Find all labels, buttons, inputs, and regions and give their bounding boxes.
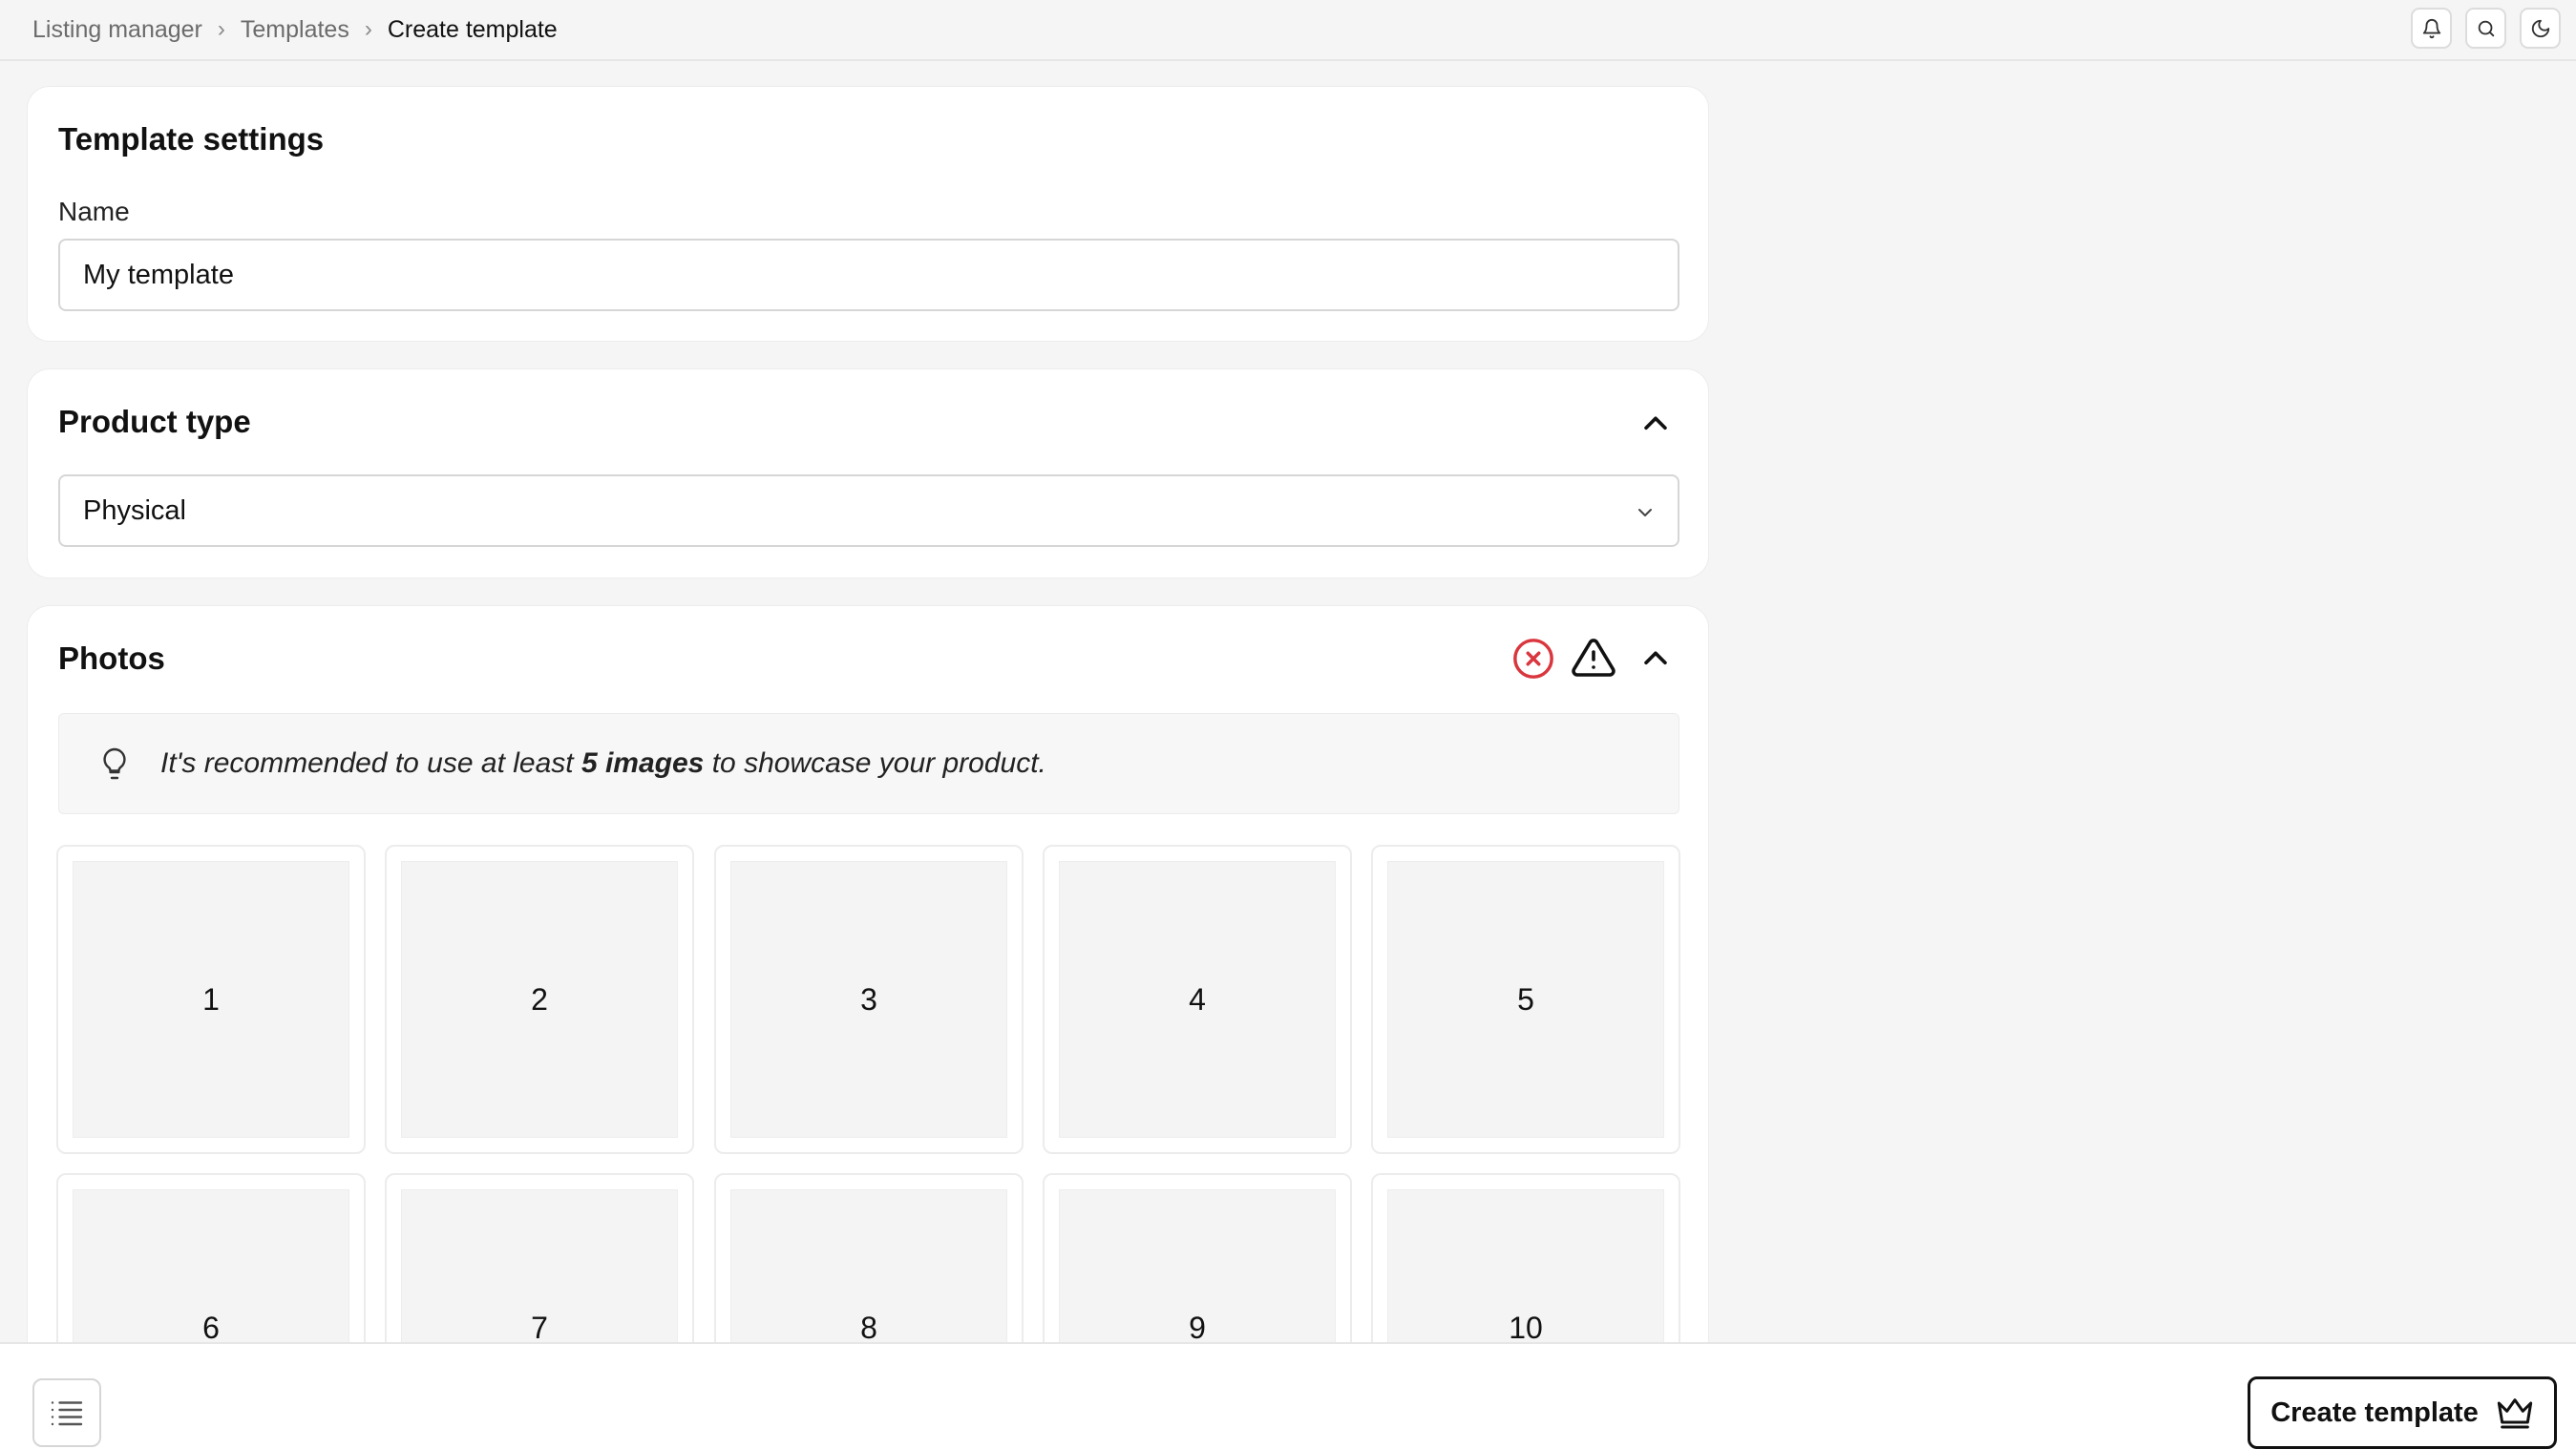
create-template-button[interactable]: Create template: [2248, 1376, 2557, 1449]
top-bar: Listing manager › Templates › Create tem…: [0, 0, 2576, 61]
photo-slot[interactable]: 1: [56, 845, 366, 1154]
product-type-card: Product type Physical: [27, 368, 1709, 578]
warning-triangle-icon: [1572, 639, 1615, 677]
search-icon: [2478, 20, 2494, 36]
moon-icon: [2531, 19, 2549, 37]
name-input[interactable]: My template: [58, 239, 1679, 311]
photo-slot[interactable]: 10: [1371, 1173, 1680, 1368]
product-type-select[interactable]: Physical: [58, 474, 1679, 547]
chevron-right-icon: ›: [217, 16, 225, 42]
bell-icon: [2422, 18, 2440, 38]
photo-slot[interactable]: 7: [385, 1173, 694, 1368]
top-actions: [2411, 8, 2561, 49]
bottom-bar: Create template: [0, 1342, 2576, 1449]
breadcrumb-templates[interactable]: Templates: [241, 16, 349, 44]
photo-slot[interactable]: 3: [714, 845, 1024, 1154]
photo-slot[interactable]: 8: [714, 1173, 1024, 1368]
create-template-label: Create template: [2270, 1396, 2479, 1428]
collapse-chevron-up-icon[interactable]: [1639, 642, 1672, 675]
chevron-right-icon: ›: [364, 16, 372, 42]
error-circle-icon: [1513, 639, 1553, 679]
photos-card: Photos It's recommended to use at least …: [27, 605, 1709, 1369]
template-settings-title: Template settings: [58, 121, 325, 157]
template-settings-card: Template settings Name My template: [27, 86, 1709, 342]
photo-slot[interactable]: 6: [56, 1173, 366, 1368]
product-type-selected: Physical: [83, 494, 186, 526]
chevron-down-icon: [1638, 509, 1652, 516]
breadcrumb-listing-manager[interactable]: Listing manager: [32, 16, 202, 44]
outline-menu-button[interactable]: [32, 1378, 101, 1447]
collapse-chevron-up-icon[interactable]: [1639, 408, 1672, 440]
breadcrumb-create-template: Create template: [387, 15, 558, 43]
name-input-value: My template: [83, 259, 234, 290]
breadcrumb: Listing manager › Templates › Create tem…: [32, 16, 558, 44]
photo-slot[interactable]: 9: [1043, 1173, 1352, 1368]
photos-title: Photos: [58, 640, 165, 676]
photo-slot[interactable]: 2: [385, 845, 694, 1154]
photos-tip-text: It's recommended to use at least 5 image…: [160, 747, 1046, 779]
notifications-button[interactable]: [2411, 8, 2452, 49]
lightbulb-icon: [103, 747, 126, 780]
photo-slot[interactable]: 5: [1371, 845, 1680, 1154]
photo-slot[interactable]: 4: [1043, 845, 1352, 1154]
photos-tip: It's recommended to use at least 5 image…: [58, 713, 1679, 814]
list-icon: [51, 1401, 83, 1426]
crown-icon: [2497, 1398, 2532, 1429]
theme-toggle-button[interactable]: [2520, 8, 2561, 49]
product-type-title: Product type: [58, 404, 251, 439]
search-button[interactable]: [2465, 8, 2506, 49]
name-label: Name: [58, 197, 130, 226]
